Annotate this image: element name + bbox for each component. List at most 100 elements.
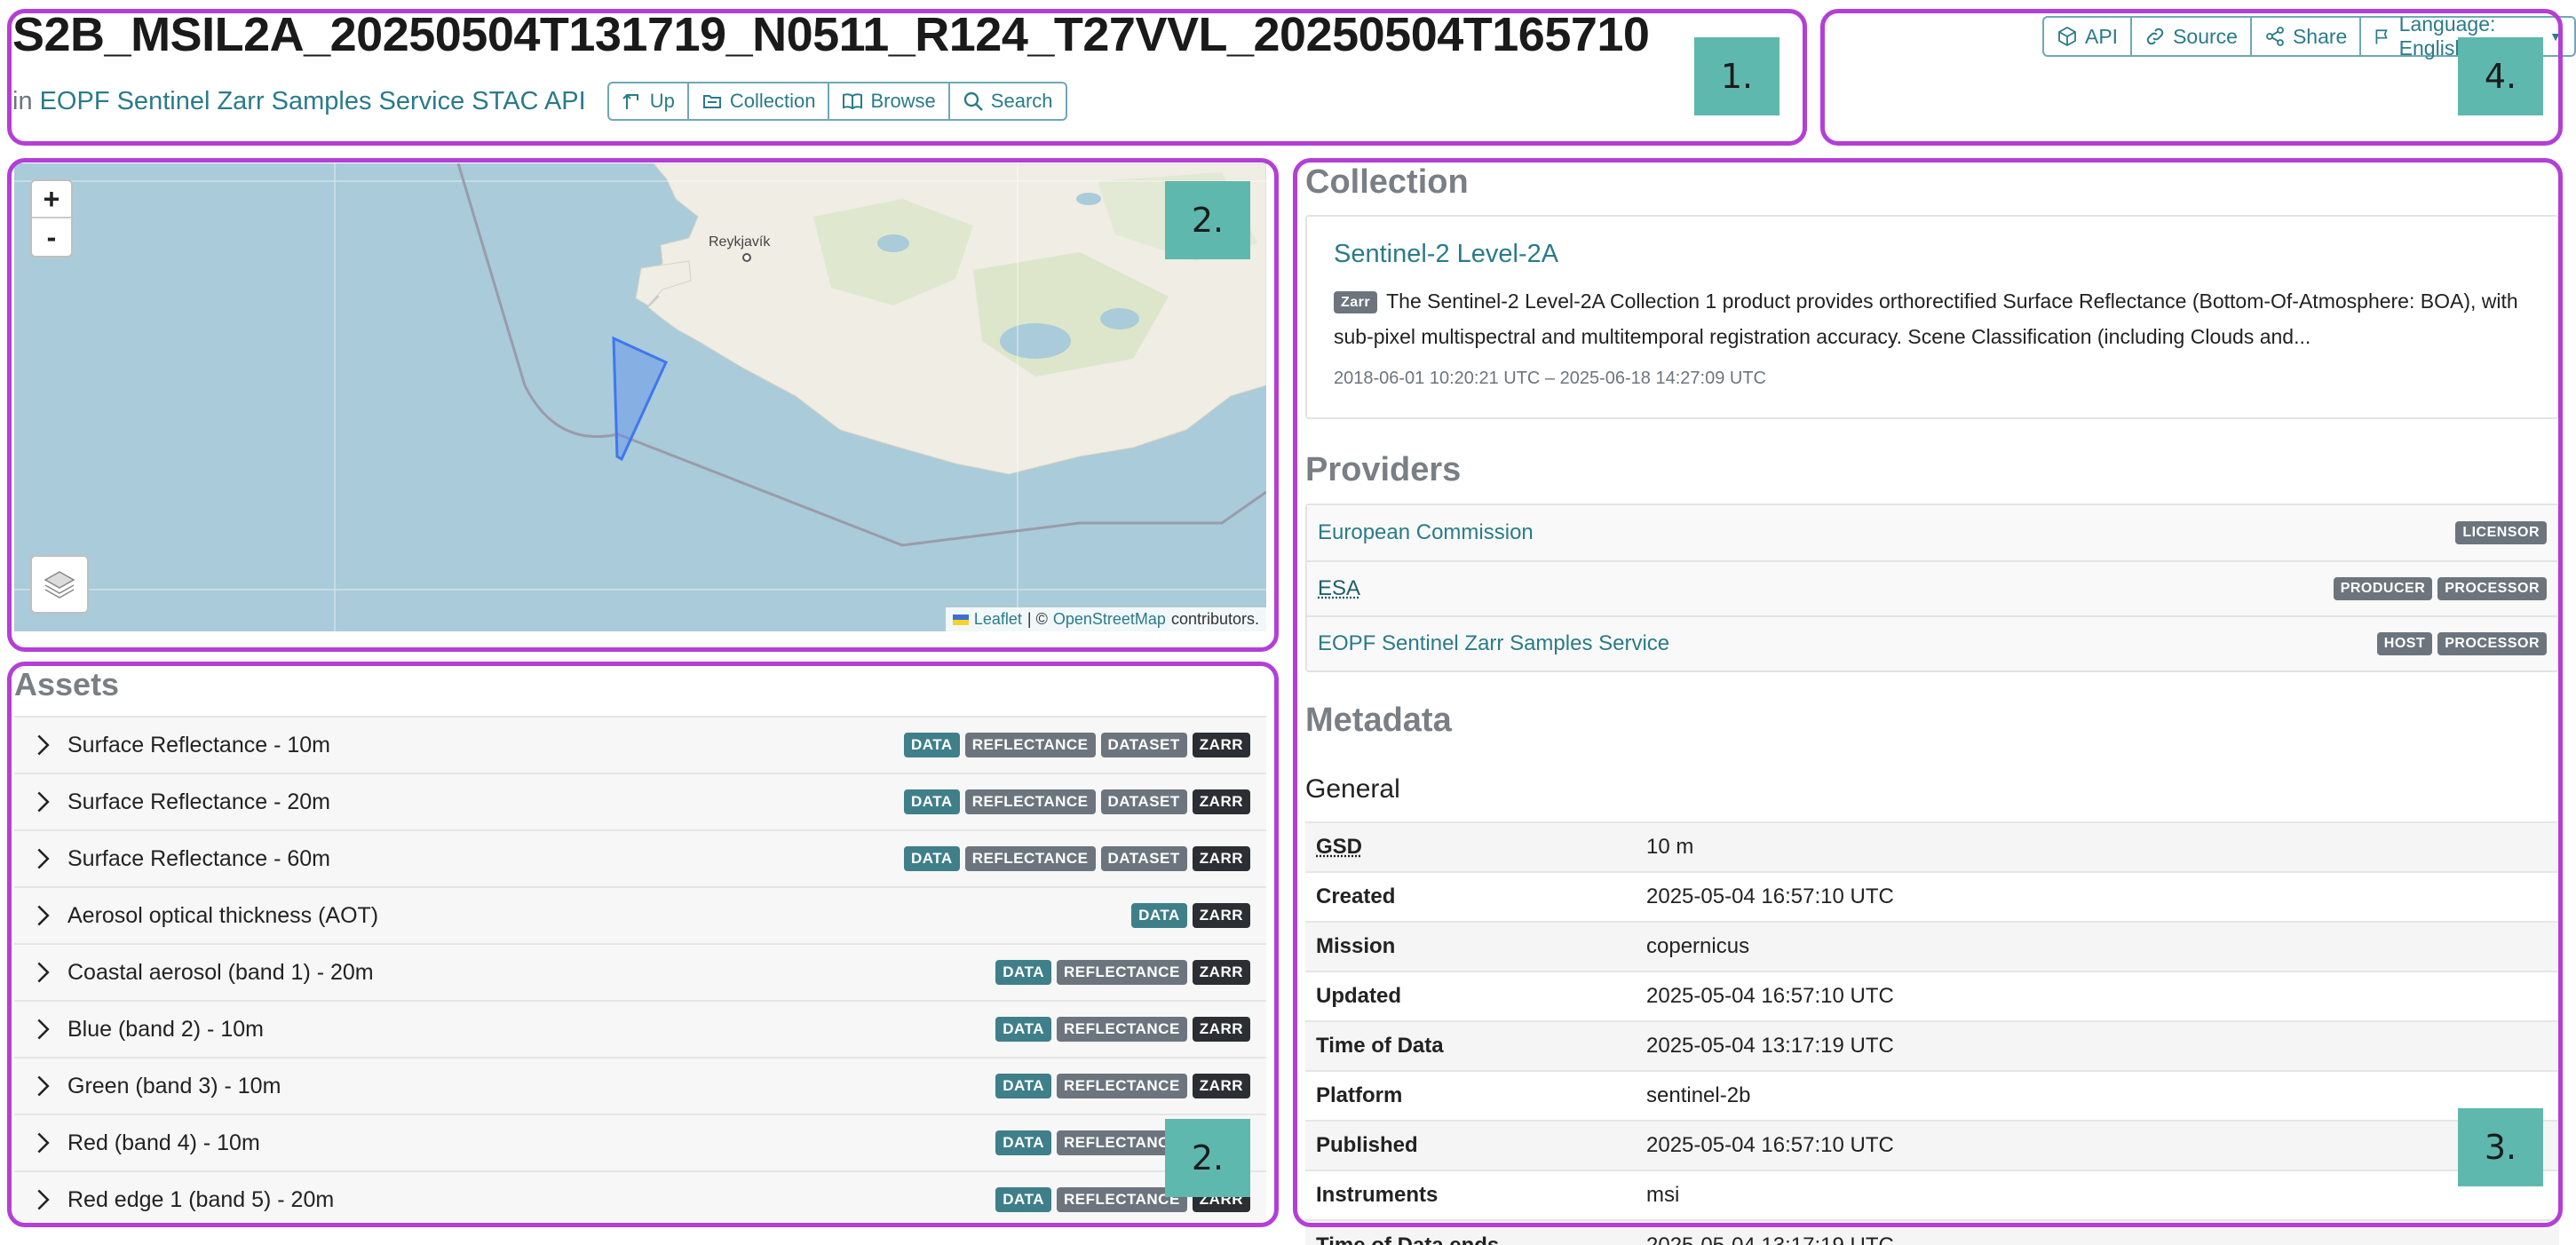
link-icon: [2146, 28, 2164, 45]
metadata-row: Time of Data ends 2025-05-04 13:17:19 UTC: [1305, 1219, 2559, 1245]
asset-row[interactable]: Blue (band 2) - 10m DATA REFLECTANCE ZARR: [14, 1000, 1266, 1057]
chevron-right-icon: [37, 1019, 50, 1040]
parent-catalog-link[interactable]: EOPF Sentinel Zarr Samples Service STAC …: [40, 87, 586, 116]
asset-badge: ZARR: [1192, 960, 1250, 985]
browse-button-label: Browse: [870, 90, 936, 112]
collection-name-link[interactable]: Sentinel-2 Level-2A: [1334, 240, 2531, 269]
metadata-key: Published: [1305, 1120, 1636, 1170]
asset-badge: REFLECTANCE: [1056, 1074, 1187, 1098]
metadata-key: Time of Data ends: [1305, 1219, 1636, 1245]
asset-badges: DATA REFLECTANCE DATASET ZARR: [904, 789, 1250, 814]
cube-icon: [2058, 26, 2076, 47]
metadata-value: 2025-05-04 16:57:10 UTC: [1636, 971, 2559, 1021]
asset-name: Red (band 4) - 10m: [67, 1130, 260, 1155]
asset-row[interactable]: Surface Reflectance - 60m DATA REFLECTANCE…: [14, 829, 1266, 886]
asset-badge: DATA: [995, 1130, 1051, 1155]
metadata-key-text: Instruments: [1316, 1183, 1439, 1207]
asset-badge: REFLECTANCE: [964, 733, 1096, 757]
asset-badge: DATA: [904, 846, 960, 871]
attribution-separator: | ©: [1026, 610, 1048, 628]
metadata-key: Created: [1305, 871, 1636, 922]
chevron-right-icon: [37, 734, 50, 756]
asset-name: Surface Reflectance - 10m: [67, 732, 330, 757]
collection-description-text: The Sentinel-2 Level-2A Collection 1 pro…: [1334, 289, 2518, 348]
asset-row[interactable]: Green (band 3) - 10m DATA REFLECTANCE ZARR: [14, 1057, 1266, 1114]
up-button-label: Up: [649, 90, 675, 112]
browse-button[interactable]: Browse: [828, 82, 950, 121]
book-icon: [843, 93, 863, 110]
assets-title: Assets: [14, 666, 120, 702]
provider-role-badge: HOST: [2376, 632, 2433, 655]
share-button[interactable]: Share: [2249, 16, 2362, 57]
asset-badge: REFLECTANCE: [1056, 1017, 1187, 1042]
asset-row[interactable]: Surface Reflectance - 10m DATA REFLECTANCE…: [14, 716, 1266, 773]
zarr-badge: Zarr: [1334, 291, 1378, 313]
asset-badge: DATA: [904, 733, 960, 757]
asset-badge: REFLECTANCE: [1056, 960, 1187, 985]
flag-icon: [2375, 29, 2388, 44]
api-button[interactable]: API: [2042, 16, 2133, 57]
asset-row[interactable]: Surface Reflectance - 20m DATA REFLECTANCE…: [14, 773, 1266, 829]
metadata-key: GSD: [1305, 821, 1636, 872]
general-group-title: General: [1305, 774, 1400, 804]
zoom-control: + -: [30, 179, 73, 258]
provider-name-link[interactable]: ESA: [1318, 576, 2334, 601]
asset-row[interactable]: Coastal aerosol (band 1) - 20m DATA REFLEC…: [14, 943, 1266, 1000]
up-button[interactable]: Up: [606, 82, 689, 121]
provider-role-badge: PRODUCER: [2333, 577, 2433, 600]
metadata-key: Time of Data: [1305, 1020, 1636, 1071]
asset-badge: DATASET: [1100, 789, 1187, 814]
annotation-tag-2-assets: 2.: [1165, 1119, 1250, 1197]
asset-badges: DATAREFLECTANCEZARR: [995, 960, 1250, 985]
provider-roles: LICENSOR: [2455, 521, 2547, 544]
asset-row[interactable]: Red (band 4) - 10mDATAREFLECTANCEZARR: [14, 1114, 1266, 1170]
provider-name-link[interactable]: EOPF Sentinel Zarr Samples Service: [1318, 631, 2377, 656]
metadata-key-text: Time of Data ends: [1316, 1233, 1500, 1245]
asset-name: Coastal aerosol (band 1) - 20m: [67, 959, 374, 985]
metadata-row: Updated 2025-05-04 16:57:10 UTC: [1305, 971, 2559, 1021]
metadata-table: GSD 10 m Created 2025-05-04 16:57:10 UTC Mis…: [1305, 821, 2559, 1245]
map-view[interactable]: Reykjavík + - Leaflet | © OpenStreetMap …: [14, 163, 1266, 631]
ukraine-flag-icon: [952, 614, 969, 625]
nav-button-group: Up Collection Browse Search: [606, 82, 1067, 121]
chevron-right-icon: [37, 905, 50, 926]
asset-badge: ZARR: [1192, 733, 1250, 757]
leaflet-link[interactable]: Leaflet: [974, 610, 1022, 629]
asset-row[interactable]: Red edge 1 (band 5) - 20m DATA REFLECTANCE…: [14, 1170, 1266, 1227]
collection-button-label: Collection: [729, 90, 816, 112]
provider-row[interactable]: EOPF Sentinel Zarr Samples Service HOST PR…: [1307, 615, 2557, 670]
search-button[interactable]: Search: [947, 82, 1067, 121]
metadata-value: 2025-05-04 13:17:19 UTC: [1636, 1219, 2559, 1245]
provider-role-badge: LICENSOR: [2455, 521, 2547, 544]
map-tiles: [14, 163, 1266, 631]
layers-button[interactable]: [30, 555, 89, 614]
chevron-right-icon: [37, 1075, 50, 1097]
osm-link[interactable]: OpenStreetMap: [1053, 610, 1166, 629]
provider-name-link[interactable]: European Commission: [1318, 520, 2455, 545]
provider-row[interactable]: European Commission LICENSOR: [1307, 505, 2557, 560]
metadata-row: Platform sentinel-2b: [1305, 1070, 2559, 1121]
collection-button[interactable]: Collection: [686, 82, 830, 121]
asset-badge: ZARR: [1192, 789, 1250, 814]
zoom-in-button[interactable]: +: [32, 181, 71, 218]
provider-row[interactable]: ESA PRODUCER PROCESSOR: [1307, 560, 2557, 615]
metadata-value: copernicus: [1636, 921, 2559, 971]
provider-role-badge: PROCESSOR: [2437, 577, 2547, 600]
zoom-out-button[interactable]: -: [32, 218, 71, 256]
chevron-right-icon: [37, 1132, 50, 1154]
share-button-label: Share: [2292, 24, 2348, 48]
metadata-row: Published 2025-05-04 16:57:10 UTC: [1305, 1120, 2559, 1170]
metadata-key: Platform: [1305, 1070, 1636, 1121]
map-attribution: Leaflet | © OpenStreetMap contributors.: [945, 607, 1266, 631]
collection-card[interactable]: Sentinel-2 Level-2A Zarr The Sentinel-2 L…: [1305, 215, 2559, 419]
provider-roles: HOST PROCESSOR: [2376, 632, 2547, 655]
asset-row[interactable]: Aerosol optical thickness (AOT) DATA ZARR: [14, 886, 1266, 943]
asset-name: Surface Reflectance - 20m: [67, 789, 330, 814]
asset-badges: DATAREFLECTANCEZARR: [995, 1074, 1250, 1098]
metadata-row: Time of Data 2025-05-04 13:17:19 UTC: [1305, 1020, 2559, 1071]
parent-breadcrumb: in EOPF Sentinel Zarr Samples Service ST…: [12, 82, 1067, 121]
asset-name: Red edge 1 (band 5) - 20m: [67, 1186, 335, 1212]
source-button[interactable]: Source: [2130, 16, 2252, 57]
asset-badge: ZARR: [1192, 846, 1250, 871]
arrow-up-icon: [622, 93, 638, 109]
